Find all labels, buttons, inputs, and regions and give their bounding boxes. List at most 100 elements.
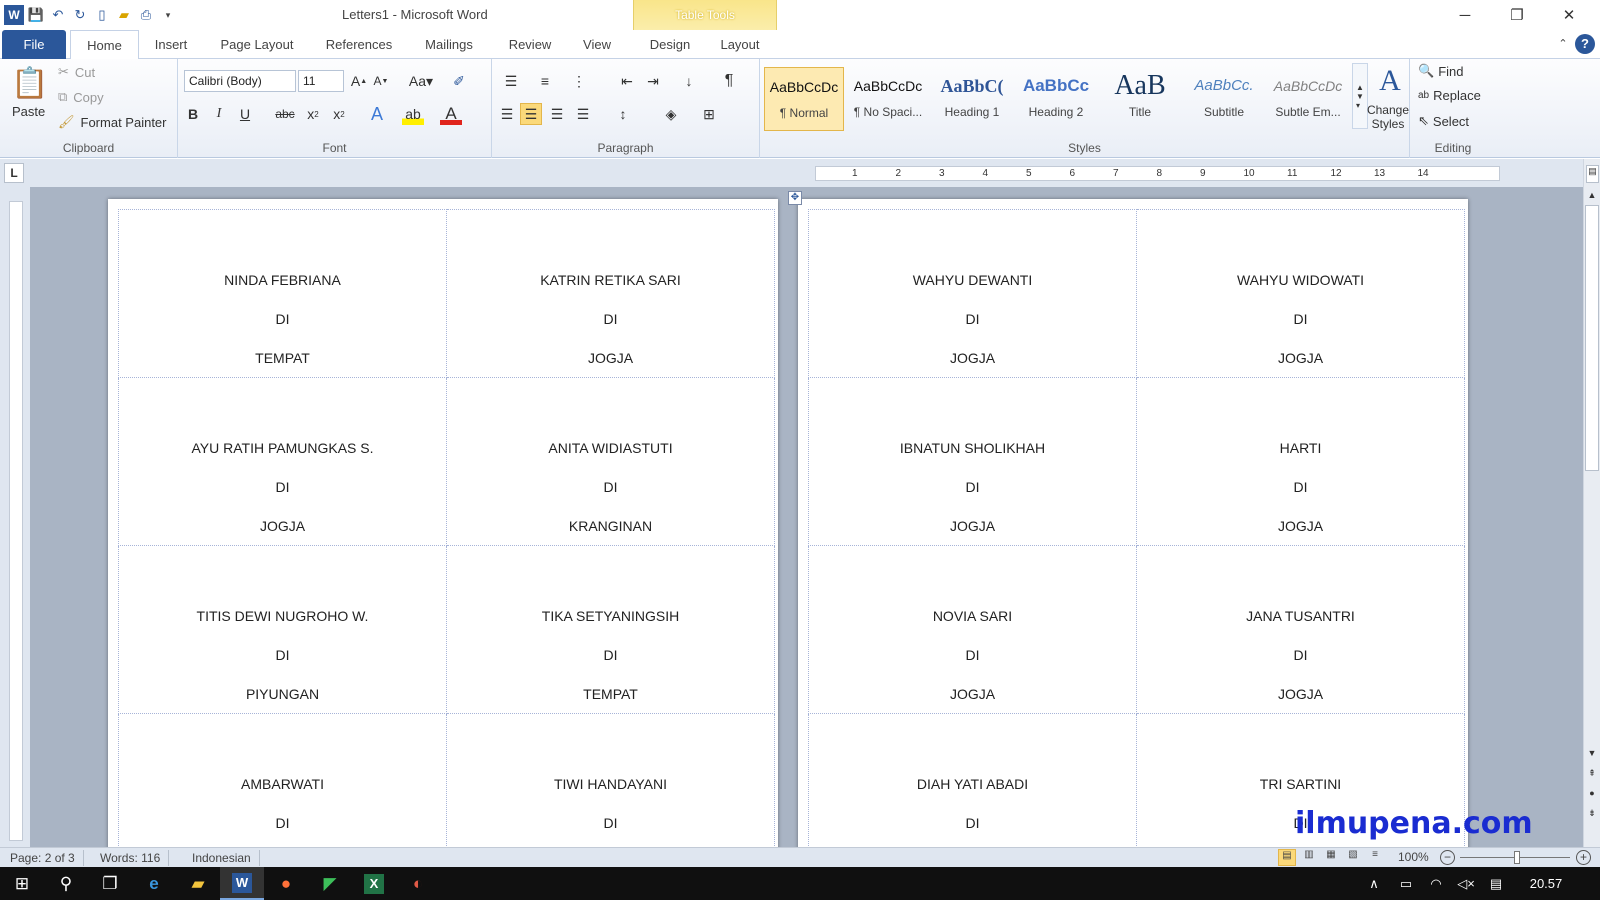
tab-page-layout[interactable]: Page Layout — [212, 30, 302, 59]
cut-button[interactable]: ✂ Cut — [58, 64, 95, 80]
scroll-thumb[interactable] — [1585, 205, 1599, 471]
word-icon[interactable]: W — [4, 5, 24, 25]
firefox-icon[interactable]: ● — [264, 867, 308, 900]
strikethrough-icon[interactable]: abc — [274, 103, 296, 125]
format-painter-button[interactable]: 🖌 Format Painter — [58, 114, 167, 130]
clock[interactable]: 20.57 — [1516, 867, 1576, 900]
find-button[interactable]: 🔍 Find — [1418, 63, 1463, 79]
tab-mailings[interactable]: Mailings — [414, 30, 484, 59]
save-icon[interactable]: 💾 — [26, 5, 46, 25]
style-normal[interactable]: AaBbCcDc ¶ Normal — [764, 67, 844, 131]
align-center-icon[interactable]: ☰ — [520, 103, 542, 125]
label-cell[interactable]: ANITA WIDIASTUTI DI KRANGINAN — [446, 377, 775, 546]
scroll-down-icon[interactable]: ▼ — [1584, 745, 1600, 761]
print-preview-icon[interactable]: ⎙ — [136, 5, 156, 25]
decrease-indent-icon[interactable]: ⇤ — [616, 70, 638, 92]
outline-icon[interactable]: ▧ — [1344, 849, 1362, 866]
multilevel-list-icon[interactable]: ⋮ — [568, 70, 590, 92]
style-heading-2[interactable]: AaBbCc Heading 2 — [1016, 67, 1096, 131]
new-doc-icon[interactable]: ▯ — [92, 5, 112, 25]
browse-object-icon[interactable]: ● — [1584, 785, 1600, 801]
borders-icon[interactable]: ⊞ — [698, 103, 720, 125]
style-subtitle[interactable]: AaBbCc. Subtitle — [1184, 67, 1264, 131]
edge-icon[interactable]: e — [132, 867, 176, 900]
open-icon[interactable]: ▰ — [114, 5, 134, 25]
label-cell[interactable]: WAHYU WIDOWATI DI JOGJA — [1136, 209, 1465, 378]
change-case-icon[interactable]: Aa▾ — [406, 70, 436, 92]
style-title[interactable]: AaB Title — [1100, 67, 1180, 131]
bold-icon[interactable]: B — [182, 103, 204, 125]
ruler-strip[interactable]: 1 2 3 4 5 6 7 8 9 10 11 12 13 14 — [815, 166, 1500, 181]
tab-references[interactable]: References — [318, 30, 400, 59]
label-cell[interactable]: KATRIN RETIKA SARI DI JOGJA — [446, 209, 775, 378]
justify-icon[interactable]: ☰ — [572, 103, 594, 125]
text-effects-icon[interactable]: A — [366, 103, 388, 125]
label-cell[interactable]: DIAH YATI ABADI DI — [808, 713, 1137, 847]
redo-icon[interactable]: ↻ — [70, 5, 90, 25]
tab-review[interactable]: Review — [502, 30, 558, 59]
copy-button[interactable]: ⧉ Copy — [58, 89, 104, 105]
web-layout-icon[interactable]: ▦ — [1322, 849, 1340, 866]
tab-home[interactable]: Home — [70, 30, 139, 60]
language-indicator[interactable]: Indonesian — [184, 850, 260, 866]
previous-page-icon[interactable]: ⇞ — [1584, 765, 1600, 781]
zoom-slider-thumb[interactable] — [1514, 851, 1520, 864]
label-cell[interactable]: TIWI HANDAYANI DI — [446, 713, 775, 847]
align-left-icon[interactable]: ☰ — [496, 103, 518, 125]
zoom-level[interactable]: 100% — [1398, 850, 1429, 864]
replace-button[interactable]: ab Replace — [1418, 88, 1481, 103]
close-button[interactable]: ✕ — [1546, 0, 1592, 30]
paste-icon[interactable]: 📋 — [10, 63, 50, 103]
shrink-font-icon[interactable]: A ▼ — [370, 70, 392, 92]
superscript-icon[interactable]: x2 — [328, 103, 350, 125]
label-cell[interactable]: TITIS DEWI NUGROHO W. DI PIYUNGAN — [118, 545, 447, 714]
label-cell[interactable]: NINDA FEBRIANA DI TEMPAT — [118, 209, 447, 378]
align-right-icon[interactable]: ☰ — [546, 103, 568, 125]
style-no-spacing[interactable]: AaBbCcDc ¶ No Spaci... — [848, 67, 928, 131]
undo-icon[interactable]: ↶ — [48, 5, 68, 25]
excel-icon[interactable]: X — [352, 867, 396, 900]
line-spacing-icon[interactable]: ↕ — [612, 103, 634, 125]
sort-icon[interactable]: ↓ — [678, 70, 700, 92]
tab-layout[interactable]: Layout — [712, 30, 768, 59]
label-cell[interactable]: WAHYU DEWANTI DI JOGJA — [808, 209, 1137, 378]
subscript-icon[interactable]: x2 — [302, 103, 324, 125]
notifications-icon[interactable]: ▤ — [1474, 867, 1518, 900]
font-color-icon[interactable]: A — [440, 103, 462, 125]
search-icon[interactable]: ⚲ — [44, 867, 88, 900]
zoom-out-icon[interactable]: − — [1440, 850, 1455, 865]
app-green-icon[interactable]: ◤ — [308, 867, 352, 900]
vertical-scrollbar[interactable]: ▤ ▲ ▼ ⇞ ● ⇟ — [1583, 159, 1600, 847]
file-explorer-icon[interactable]: ▰ — [176, 867, 220, 900]
minimize-ribbon-icon[interactable]: ⌃ — [1555, 30, 1571, 59]
tab-selector-icon[interactable]: L — [4, 163, 24, 183]
label-cell[interactable]: TIKA SETYANINGSIH DI TEMPAT — [446, 545, 775, 714]
view-ruler-icon[interactable]: ▤ — [1586, 165, 1599, 183]
start-icon[interactable]: ⊞ — [0, 867, 44, 900]
minimize-button[interactable]: ─ — [1442, 0, 1488, 30]
label-cell[interactable]: AMBARWATI DI — [118, 713, 447, 847]
full-screen-reading-icon[interactable]: ▥ — [1300, 849, 1318, 866]
zoom-in-icon[interactable]: + — [1576, 850, 1591, 865]
bullets-icon[interactable]: ☰ — [500, 70, 522, 92]
table-move-handle-icon[interactable]: ✥ — [788, 191, 802, 205]
tab-file[interactable]: File — [2, 30, 66, 59]
label-cell[interactable]: AYU RATIH PAMUNGKAS S. DI JOGJA — [118, 377, 447, 546]
word-count[interactable]: Words: 116 — [92, 850, 170, 866]
paste-button[interactable]: Paste — [12, 104, 45, 119]
change-styles-icon[interactable]: A — [1372, 63, 1408, 99]
shading-icon[interactable]: ◈ — [660, 103, 682, 125]
numbering-icon[interactable]: ≡ — [534, 70, 556, 92]
page-indicator[interactable]: Page: 2 of 3 — [2, 850, 84, 866]
tab-design[interactable]: Design — [640, 30, 700, 59]
show-marks-icon[interactable]: ¶ — [718, 70, 740, 92]
label-cell[interactable]: HARTI DI JOGJA — [1136, 377, 1465, 546]
tab-insert[interactable]: Insert — [143, 30, 199, 59]
underline-icon[interactable]: U — [234, 103, 256, 125]
paint-icon[interactable]: ◐ — [396, 867, 440, 900]
next-page-icon[interactable]: ⇟ — [1584, 805, 1600, 821]
select-button[interactable]: ⇖ Select — [1418, 113, 1469, 129]
style-heading-1[interactable]: AaBbC( Heading 1 — [932, 67, 1012, 131]
label-cell[interactable]: JANA TUSANTRI DI JOGJA — [1136, 545, 1465, 714]
help-icon[interactable]: ? — [1575, 34, 1595, 54]
